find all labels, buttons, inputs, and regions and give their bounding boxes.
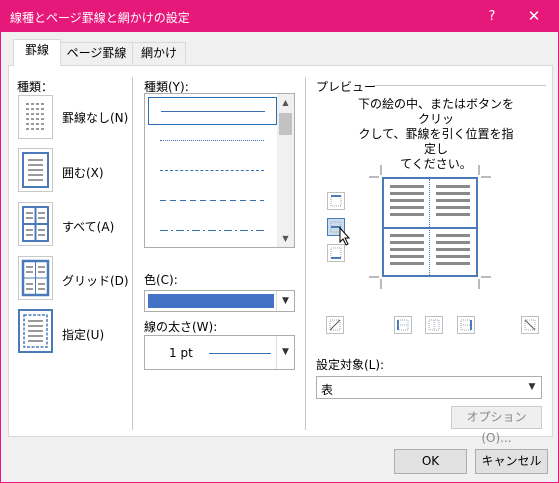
line-style-dotted[interactable] bbox=[148, 127, 277, 155]
top-border-button[interactable] bbox=[327, 192, 345, 210]
grid-border-icon[interactable] bbox=[18, 256, 53, 300]
line-style-dotted-sample bbox=[160, 140, 264, 141]
custom-border-icon[interactable] bbox=[18, 309, 53, 353]
width-value: 1 pt bbox=[169, 346, 193, 360]
preview-vertical-border bbox=[429, 179, 430, 275]
all-borders-icon[interactable] bbox=[18, 202, 53, 246]
borders-and-shading-dialog: 線種とページ罫線と網かけの設定 ? ✕ 罫線 ページ罫線 網かけ 種類： 罫線な… bbox=[0, 0, 559, 483]
scroll-down-icon[interactable]: ▼ bbox=[277, 230, 294, 247]
separator-right bbox=[305, 77, 306, 430]
chevron-down-icon[interactable]: ▼ bbox=[523, 377, 541, 398]
line-style-solid[interactable] bbox=[148, 97, 277, 125]
line-style-dashed[interactable] bbox=[148, 187, 277, 215]
line-style-list[interactable]: ▲ ▼ bbox=[144, 93, 295, 248]
chevron-down-icon[interactable]: ▼ bbox=[276, 336, 294, 369]
color-swatch bbox=[148, 294, 274, 308]
line-style-small-dashed[interactable] bbox=[148, 157, 277, 185]
cancel-button-label: キャンセル bbox=[481, 454, 542, 468]
setting-label-grid[interactable]: グリッド(D) bbox=[62, 272, 129, 289]
chevron-down-icon[interactable]: ▼ bbox=[276, 291, 294, 311]
diagonal-down-border-button[interactable] bbox=[521, 316, 539, 334]
preview-area[interactable] bbox=[382, 177, 478, 277]
right-border-icon bbox=[460, 319, 472, 331]
box-border-icon[interactable] bbox=[18, 148, 53, 192]
close-button[interactable]: ✕ bbox=[511, 1, 557, 32]
options-button-label: オプション(O)... bbox=[466, 410, 527, 445]
left-border-icon bbox=[397, 319, 409, 331]
preview-instructions: 下の絵の中、またはボタンをクリッ クして、罫線を引く位置を指定し てください。 bbox=[353, 97, 519, 172]
diagonal-up-border-button[interactable] bbox=[326, 316, 344, 334]
inside-vertical-border-icon bbox=[428, 319, 440, 331]
line-style-dash-dot[interactable] bbox=[148, 217, 277, 245]
apply-to-label: 設定対象(L): bbox=[316, 358, 385, 372]
bottom-border-button[interactable] bbox=[327, 244, 345, 262]
diagonal-down-border-icon bbox=[524, 319, 536, 331]
help-button[interactable]: ? bbox=[477, 1, 507, 32]
preview-instructions-line-1: 下の絵の中、またはボタンをクリッ bbox=[357, 97, 514, 126]
separator-left bbox=[132, 77, 133, 430]
scroll-thumb[interactable] bbox=[279, 113, 292, 135]
tab-borders-label: 罫線 bbox=[24, 43, 49, 57]
setting-label-box-text: 囲む(X) bbox=[62, 166, 104, 180]
right-border-button[interactable] bbox=[457, 316, 475, 334]
color-label: 色(C): bbox=[144, 273, 178, 287]
width-sample-line bbox=[209, 353, 271, 354]
cancel-button[interactable]: キャンセル bbox=[475, 449, 548, 474]
preview-heading-rule bbox=[373, 85, 546, 86]
line-style-solid-sample bbox=[161, 111, 265, 112]
apply-to-value: 表 bbox=[321, 383, 334, 397]
ok-button[interactable]: OK bbox=[394, 449, 467, 474]
line-style-small-dashed-sample bbox=[160, 170, 264, 171]
setting-label-custom-text: 指定(U) bbox=[62, 328, 105, 342]
title-bar: 線種とページ罫線と網かけの設定 ? ✕ bbox=[1, 1, 558, 32]
tab-shading-label: 網かけ bbox=[140, 46, 177, 60]
bottom-border-icon bbox=[330, 247, 342, 259]
scroll-up-icon[interactable]: ▲ bbox=[277, 94, 294, 111]
tab-page-border[interactable]: ページ罫線 bbox=[60, 42, 133, 64]
inside-vertical-border-button[interactable] bbox=[425, 316, 443, 334]
no-border-icon[interactable] bbox=[18, 95, 53, 139]
ok-button-label: OK bbox=[421, 454, 440, 468]
tab-page-border-label: ページ罫線 bbox=[66, 46, 127, 60]
preview-instructions-line-2: クして、罫線を引く位置を指定し bbox=[358, 127, 514, 156]
preview-heading: プレビュー bbox=[316, 80, 377, 94]
width-label: 線の太さ(W): bbox=[144, 320, 218, 334]
line-style-scrollbar[interactable]: ▲ ▼ bbox=[277, 94, 294, 247]
color-dropdown[interactable]: ▼ bbox=[144, 290, 295, 312]
diagonal-up-border-icon bbox=[329, 319, 341, 331]
options-button[interactable]: オプション(O)... bbox=[451, 406, 542, 445]
setting-label-none[interactable]: 罫線なし(N) bbox=[62, 109, 128, 126]
apply-to-dropdown[interactable]: 表 ▼ bbox=[316, 376, 542, 399]
setting-label-all[interactable]: すべて(A) bbox=[62, 218, 114, 235]
setting-label-custom[interactable]: 指定(U) bbox=[62, 326, 104, 343]
setting-label-none-text: 罫線なし(N) bbox=[62, 111, 129, 125]
setting-label-box[interactable]: 囲む(X) bbox=[62, 164, 104, 181]
setting-heading: 種類： bbox=[17, 80, 54, 94]
setting-label-grid-text: グリッド(D) bbox=[62, 274, 129, 288]
tab-shading[interactable]: 網かけ bbox=[132, 42, 186, 64]
tab-borders[interactable]: 罫線 bbox=[13, 39, 61, 66]
preview-horizontal-border bbox=[384, 227, 476, 229]
width-dropdown[interactable]: 1 pt ▼ bbox=[144, 335, 295, 370]
window-title: 線種とページ罫線と網かけの設定 bbox=[10, 11, 190, 25]
top-border-icon bbox=[330, 195, 342, 207]
setting-label-all-text: すべて(A) bbox=[62, 220, 115, 234]
left-border-button[interactable] bbox=[394, 316, 412, 334]
